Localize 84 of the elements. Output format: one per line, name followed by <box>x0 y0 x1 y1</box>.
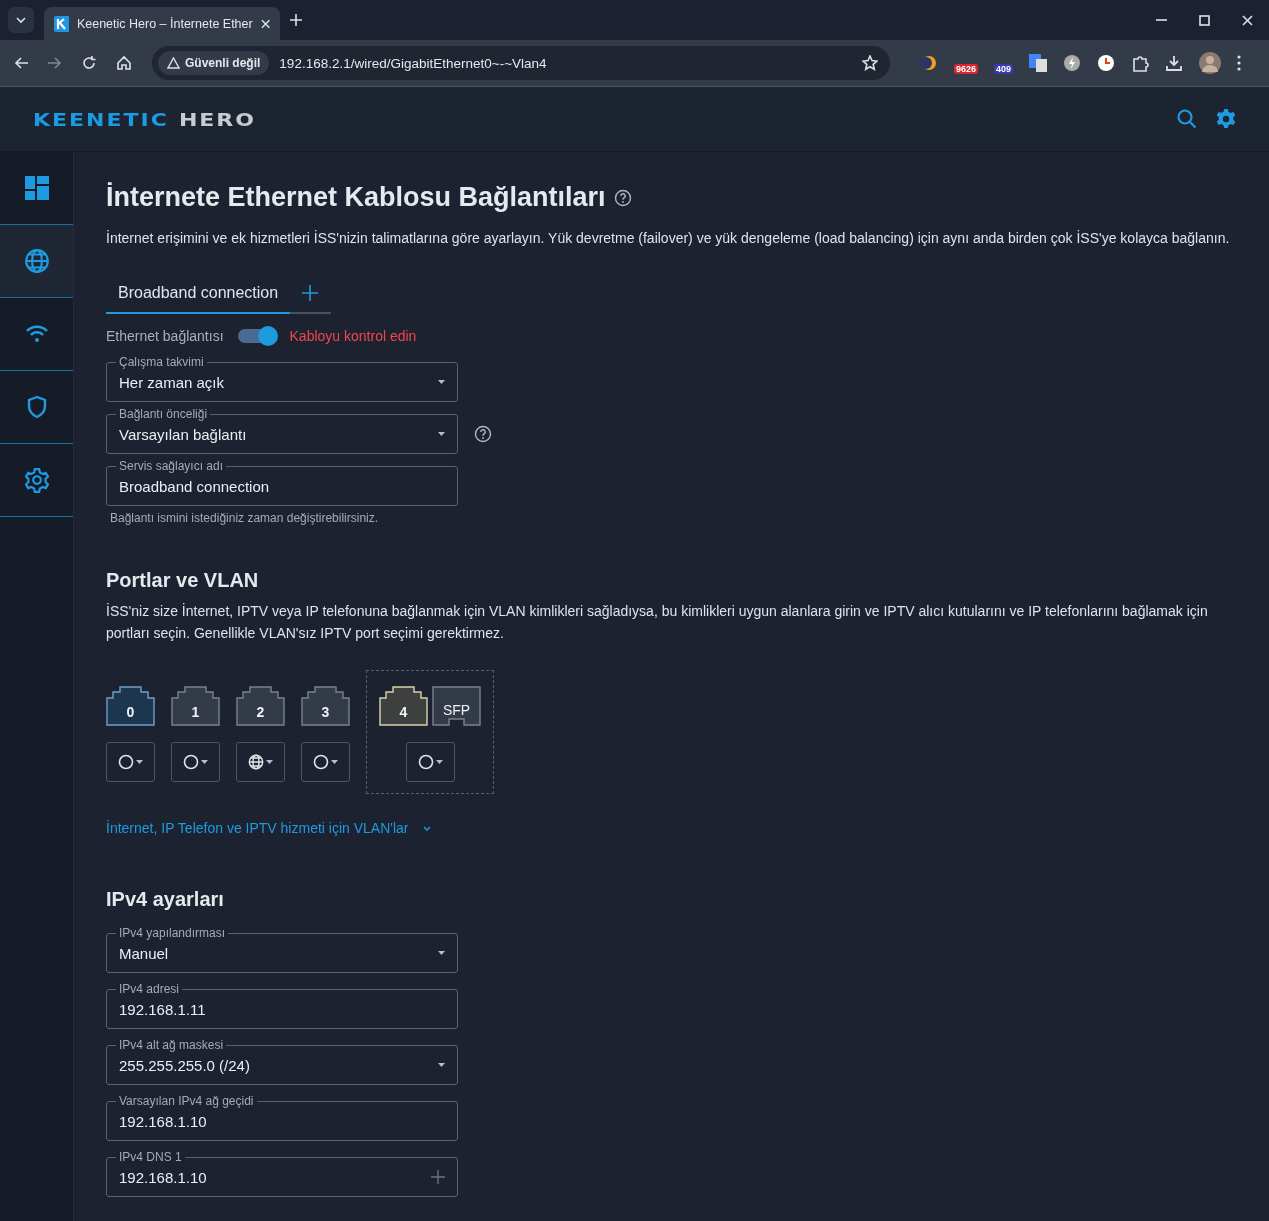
home-icon[interactable] <box>116 55 132 71</box>
address-bar[interactable]: Güvenli değil 192.168.2.1/wired/GigabitEthernet0~-~Vlan4 <box>152 46 890 80</box>
reload-button[interactable] <box>82 56 96 70</box>
globe-icon <box>23 248 50 274</box>
back-button[interactable] <box>14 57 28 69</box>
field-label: Varsayılan IPv4 ağ geçidi <box>116 1094 257 1108</box>
ethernet-port[interactable]: 0 <box>106 686 155 726</box>
shield-icon <box>25 395 48 419</box>
warning-icon <box>167 57 180 69</box>
forward-button[interactable] <box>48 57 62 69</box>
security-chip[interactable]: Güvenli değil <box>158 51 270 75</box>
field-label: IPv4 adresi <box>116 982 183 996</box>
close-icon[interactable] <box>260 18 270 29</box>
port-mode-dropdown[interactable] <box>236 742 285 782</box>
circle-icon <box>183 754 199 770</box>
section-title: IPv4 ayarları <box>106 888 225 911</box>
wifi-icon <box>24 325 49 343</box>
model-name: HERO <box>178 109 256 129</box>
field-label: Servis sağlayıcı adı <box>116 459 227 473</box>
help-icon[interactable] <box>613 188 632 207</box>
ethernet-port[interactable]: 1 <box>171 686 220 726</box>
toggle-label: Ethernet bağlantısı <box>106 328 224 344</box>
settings-icon[interactable] <box>1215 108 1237 130</box>
new-tab-button[interactable] <box>290 14 302 26</box>
page-title: İnternete Ethernet Kablosu Bağlantıları <box>106 182 606 213</box>
globe-icon <box>248 754 264 770</box>
circle-icon <box>417 754 434 770</box>
port-mode-dropdown[interactable] <box>171 742 220 782</box>
page-description: İnternet erişimini ve ek hizmetleri İSS'nizin talimatlarına göre ayarlayın. Yük devretme (failover) ve yük dengeleme (load balancing) için aynı anda birden çok İSS'ye kolayca bağlanın. <box>106 229 1231 248</box>
tab-title: Keenetic Hero – İnternete Ether <box>76 16 253 31</box>
ethernet-port[interactable]: 4 <box>379 686 428 726</box>
search-icon[interactable] <box>1177 109 1197 129</box>
avatar-icon[interactable] <box>1199 52 1222 74</box>
puzzle-icon[interactable] <box>1131 54 1150 72</box>
brand-logo: KEENETIC <box>33 109 169 129</box>
caret-icon <box>331 760 338 764</box>
star-icon[interactable] <box>862 55 878 71</box>
sidebar-item[interactable] <box>0 225 73 298</box>
field-label: IPv4 DNS 1 <box>116 1150 185 1164</box>
cable-status: Kabloyu kontrol edin <box>289 328 417 344</box>
ethernet-toggle[interactable] <box>237 329 276 343</box>
vlan-link[interactable]: İnternet, IP Telefon ve IPTV hizmeti için VLAN'lar <box>106 820 409 836</box>
ethernet-port[interactable]: 3 <box>301 686 350 726</box>
help-icon[interactable] <box>474 425 492 443</box>
field-label: IPv4 alt ağ maskesi <box>116 1038 227 1052</box>
circle-icon <box>118 754 134 770</box>
close-button[interactable] <box>1242 14 1253 26</box>
caret-icon <box>266 760 273 764</box>
connection-tab[interactable]: Broadband connection <box>106 279 291 314</box>
menu-icon[interactable] <box>1237 55 1242 71</box>
extension-badge[interactable]: 409 <box>994 64 1014 74</box>
field-label: Bağlantı önceliği <box>116 407 211 421</box>
bolt-icon[interactable] <box>1063 54 1082 72</box>
maximize-button[interactable] <box>1199 14 1210 26</box>
extension-badge[interactable]: 9626 <box>954 64 979 74</box>
field-label: IPv4 yapılandırması <box>116 926 229 940</box>
caret-icon <box>435 760 443 764</box>
port-mode-dropdown[interactable] <box>106 742 155 782</box>
crescent-icon[interactable] <box>920 54 938 72</box>
add-tab-button[interactable] <box>302 284 319 301</box>
add-button[interactable] <box>431 1170 445 1184</box>
site-logo-icon <box>54 15 69 32</box>
browser-tab[interactable]: Keenetic Hero – İnternete Ether <box>44 7 280 40</box>
port-mode-dropdown[interactable] <box>405 742 455 782</box>
caret-icon <box>438 951 445 955</box>
field-label: Çalışma takvimi <box>116 355 207 369</box>
chevron-icon[interactable] <box>422 825 431 831</box>
dashboard-icon <box>24 176 49 200</box>
port-mode-dropdown[interactable] <box>301 742 350 782</box>
download-icon[interactable] <box>1165 54 1184 72</box>
caret-icon <box>438 380 445 384</box>
circle-icon <box>313 754 329 770</box>
clock-icon[interactable] <box>1097 54 1116 72</box>
field-hint: Bağlantı ismini istediğiniz zaman değiştirebilirsiniz. <box>110 511 380 525</box>
tab-list-button[interactable] <box>8 7 34 33</box>
caret-icon <box>136 760 143 764</box>
section-description: İSS'niz size İnternet, IPTV veya IP telefonuna bağlanmak için VLAN kimlikleri sağladıysa, bu kimlikleri uygun alanlara girin ve IPTV alıcı kutularını ve IP telefonlarını bağlamak için portları seçin. Genellikle VLAN'sız IPTV port seçimi gerektirmez. <box>106 602 1209 643</box>
caret-icon <box>438 1063 445 1067</box>
ethernet-port[interactable]: 2 <box>236 686 285 726</box>
caret-icon <box>201 760 208 764</box>
sfp-port[interactable]: SFP <box>432 686 481 726</box>
caret-icon <box>438 432 445 436</box>
section-title: Portlar ve VLAN <box>106 569 260 592</box>
settings-icon <box>23 467 50 493</box>
